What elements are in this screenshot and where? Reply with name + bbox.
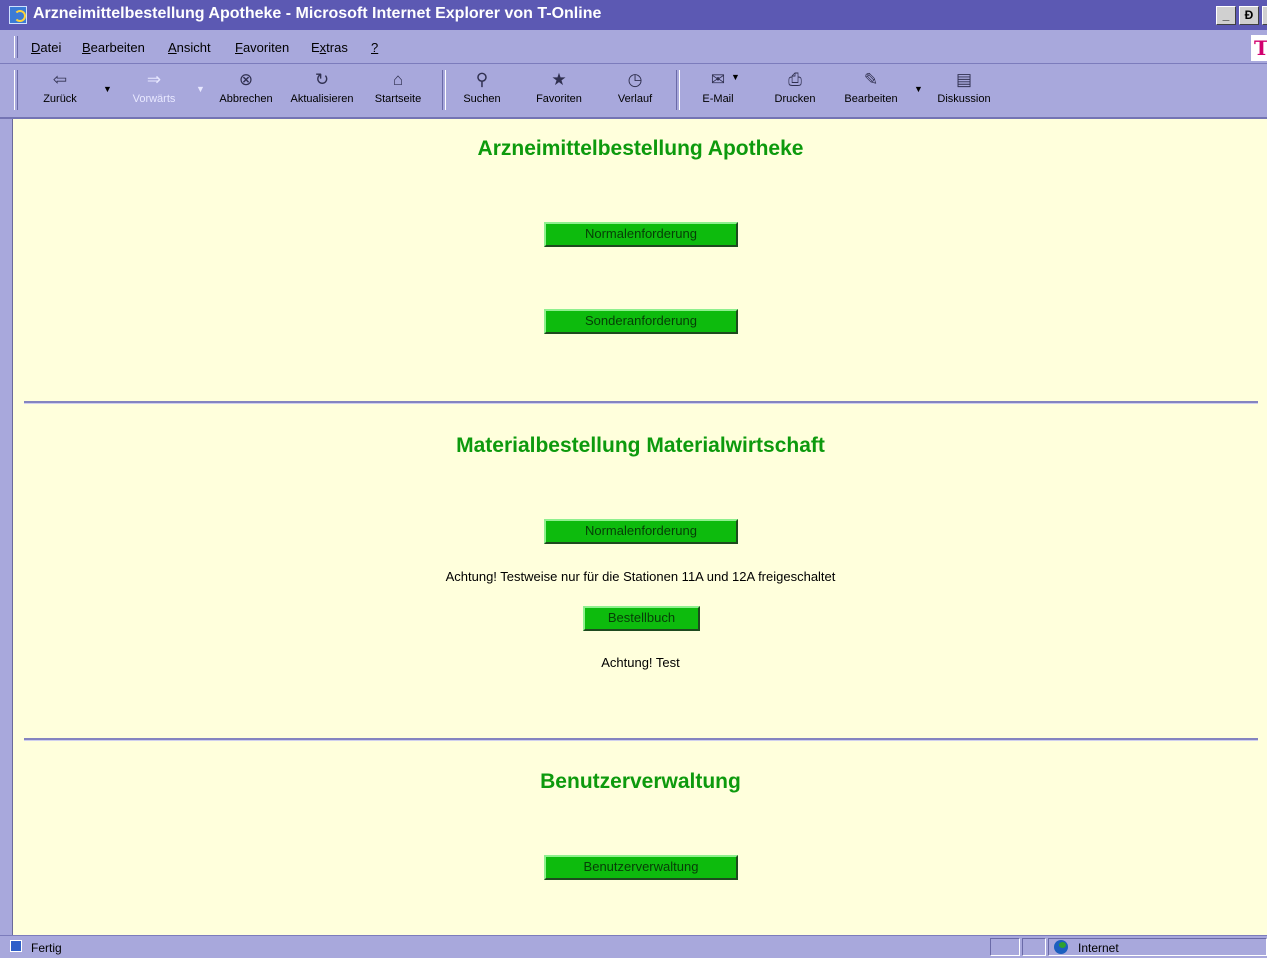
menu-bar: Datei Bearbeiten Ansicht Favoriten Extra… bbox=[0, 30, 1267, 64]
section-divider bbox=[24, 401, 1258, 404]
back-label: Zurück bbox=[43, 93, 77, 105]
benutzerverwaltung-button[interactable]: Benutzerverwaltung bbox=[544, 855, 738, 880]
forward-dropdown-icon[interactable]: ▼ bbox=[196, 84, 205, 94]
material-normalanforderung-button[interactable]: Normalenforderung bbox=[544, 519, 738, 544]
standard-toolbar: ⇦ Zurück ▼ ⇒ Vorwärts ▼ ⊗ Abbrechen ↻ Ak… bbox=[0, 64, 1267, 119]
internet-explorer-icon bbox=[9, 6, 27, 24]
menu-extras[interactable]: Extras bbox=[311, 40, 348, 55]
home-button[interactable]: ⌂ Startseite bbox=[360, 69, 436, 113]
window-title: Arzneimittelbestellung Apotheke - Micros… bbox=[33, 5, 602, 22]
menu-help[interactable]: ? bbox=[371, 40, 378, 55]
home-label: Startseite bbox=[374, 93, 422, 105]
refresh-label: Aktualisieren bbox=[290, 93, 354, 105]
print-label: Drucken bbox=[774, 93, 816, 105]
discuss-label: Diskussion bbox=[937, 93, 991, 105]
section-divider bbox=[24, 738, 1258, 741]
maximize-button[interactable]: Ɖ bbox=[1239, 6, 1259, 25]
refresh-button[interactable]: ↻ Aktualisieren bbox=[284, 69, 360, 113]
print-button[interactable]: ⎙ Drucken bbox=[757, 69, 833, 113]
status-panel-progress bbox=[990, 938, 1020, 956]
mail-button[interactable]: ✉ E-Mail bbox=[680, 69, 756, 113]
edit-button[interactable]: ✎ Bearbeiten bbox=[833, 69, 909, 113]
apotheke-normalanforderung-button[interactable]: Normalenforderung bbox=[544, 222, 738, 247]
history-label: Verlauf bbox=[617, 93, 653, 105]
menu-favoriten[interactable]: Favoriten bbox=[235, 40, 289, 55]
menu-bearbeiten[interactable]: Bearbeiten bbox=[82, 40, 145, 55]
forward-arrow-icon: ⇒ bbox=[146, 70, 162, 89]
test-notice-short: Achtung! Test bbox=[601, 655, 680, 670]
status-bar: Fertig Internet bbox=[0, 935, 1267, 958]
search-button[interactable]: ⚲ Suchen bbox=[444, 69, 520, 113]
menubar-grip[interactable] bbox=[14, 36, 18, 58]
home-icon: ⌂ bbox=[392, 70, 404, 89]
heading-benutzerverwaltung: Benutzerverwaltung bbox=[540, 770, 741, 793]
edit-icon: ✎ bbox=[863, 70, 879, 89]
back-button[interactable]: ⇦ Zurück bbox=[22, 69, 98, 113]
favorites-icon: ★ bbox=[551, 70, 567, 89]
search-icon: ⚲ bbox=[475, 70, 489, 89]
search-label: Suchen bbox=[463, 93, 501, 105]
stop-button[interactable]: ⊗ Abbrechen bbox=[208, 69, 284, 113]
edit-label: Bearbeiten bbox=[844, 93, 898, 105]
favorites-label: Favoriten bbox=[536, 93, 582, 105]
apotheke-sonderanforderung-button[interactable]: Sonderanforderung bbox=[544, 309, 738, 334]
history-button[interactable]: ◷ Verlauf bbox=[597, 69, 673, 113]
t-online-logo: T bbox=[1251, 35, 1267, 61]
menu-ansicht[interactable]: Ansicht bbox=[168, 40, 211, 55]
status-text: Fertig bbox=[31, 941, 62, 955]
heading-apotheke: Arzneimittelbestellung Apotheke bbox=[477, 137, 804, 160]
mail-dropdown-icon[interactable]: ▼ bbox=[731, 72, 740, 82]
close-button[interactable] bbox=[1262, 6, 1267, 25]
mail-icon: ✉ bbox=[710, 70, 726, 89]
history-icon: ◷ bbox=[627, 70, 643, 89]
status-panel-security bbox=[1022, 938, 1046, 956]
zone-label: Internet bbox=[1078, 941, 1119, 955]
edit-dropdown-icon[interactable]: ▼ bbox=[914, 84, 923, 94]
printer-icon: ⎙ bbox=[788, 70, 802, 89]
title-bar: Arzneimittelbestellung Apotheke - Micros… bbox=[0, 0, 1267, 30]
minimize-button[interactable]: _ bbox=[1216, 6, 1236, 25]
toolbar-grip[interactable] bbox=[14, 70, 18, 110]
back-arrow-icon: ⇦ bbox=[52, 70, 68, 89]
forward-button[interactable]: ⇒ Vorwärts bbox=[116, 69, 192, 113]
page-content: Arzneimittelbestellung Apotheke Normalen… bbox=[12, 119, 1267, 935]
discussion-icon: ▤ bbox=[955, 70, 973, 89]
page-status-icon bbox=[10, 940, 22, 952]
mail-label: E-Mail bbox=[702, 93, 734, 105]
refresh-icon: ↻ bbox=[314, 70, 330, 89]
stop-label: Abbrechen bbox=[219, 93, 273, 105]
favorites-button[interactable]: ★ Favoriten bbox=[521, 69, 597, 113]
menu-datei[interactable]: Datei bbox=[31, 40, 61, 55]
internet-zone-globe-icon bbox=[1054, 940, 1068, 954]
test-notice: Achtung! Testweise nur für die Stationen… bbox=[445, 569, 836, 584]
forward-label: Vorwärts bbox=[132, 93, 176, 105]
discuss-button[interactable]: ▤ Diskussion bbox=[926, 69, 1002, 113]
bestellbuch-button[interactable]: Bestellbuch bbox=[583, 606, 700, 631]
back-dropdown-icon[interactable]: ▼ bbox=[103, 84, 112, 94]
stop-icon: ⊗ bbox=[238, 70, 254, 89]
heading-material: Materialbestellung Materialwirtschaft bbox=[456, 434, 825, 457]
